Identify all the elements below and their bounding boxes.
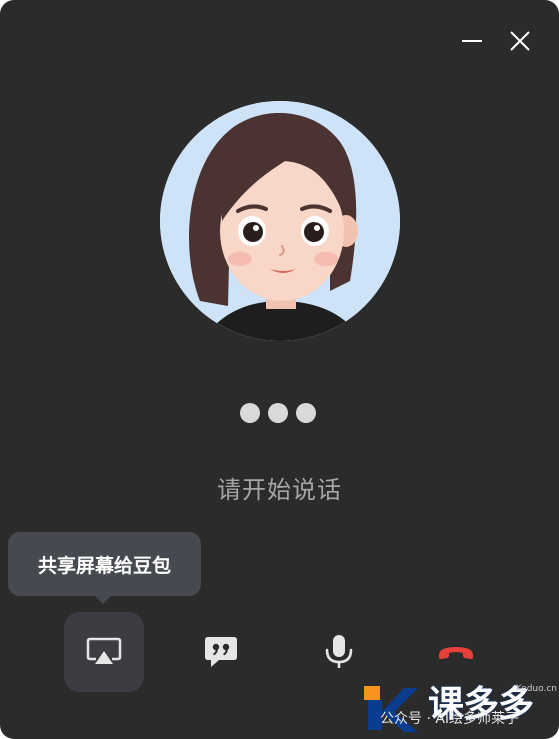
avatar: [160, 101, 400, 341]
dot: [240, 403, 260, 423]
hangup-phone-icon: [439, 647, 473, 659]
quote-bubble-icon: [205, 637, 237, 667]
status-text: 请开始说话: [217, 476, 342, 504]
share-screen-tooltip: 共享屏幕给豆包: [8, 532, 201, 604]
minimize-button[interactable]: [457, 26, 487, 56]
minimize-icon: [462, 40, 482, 42]
watermark-domain: Keduo.cn: [515, 684, 557, 694]
dot: [268, 403, 288, 423]
close-icon: [510, 31, 530, 51]
typing-dots-icon: [240, 403, 316, 423]
voice-call-window: 请开始说话 共享屏幕给豆包 课多多 公众号 · AI绘多师莱子 Keduo.cn: [0, 0, 559, 739]
subtitles-button[interactable]: [181, 612, 261, 692]
dot: [296, 403, 316, 423]
close-button[interactable]: [505, 26, 535, 56]
girl-avatar-image: [160, 101, 400, 341]
share-screen-button[interactable]: [64, 612, 144, 692]
tooltip-label: 共享屏幕给豆包: [37, 554, 171, 577]
watermark: 课多多 公众号 · AI绘多师莱子 Keduo.cn: [356, 678, 559, 739]
watermark-subtitle: 公众号 · AI绘多师莱子: [380, 711, 520, 727]
microphone-icon: [325, 635, 353, 668]
airplay-screen-icon: [86, 637, 122, 664]
